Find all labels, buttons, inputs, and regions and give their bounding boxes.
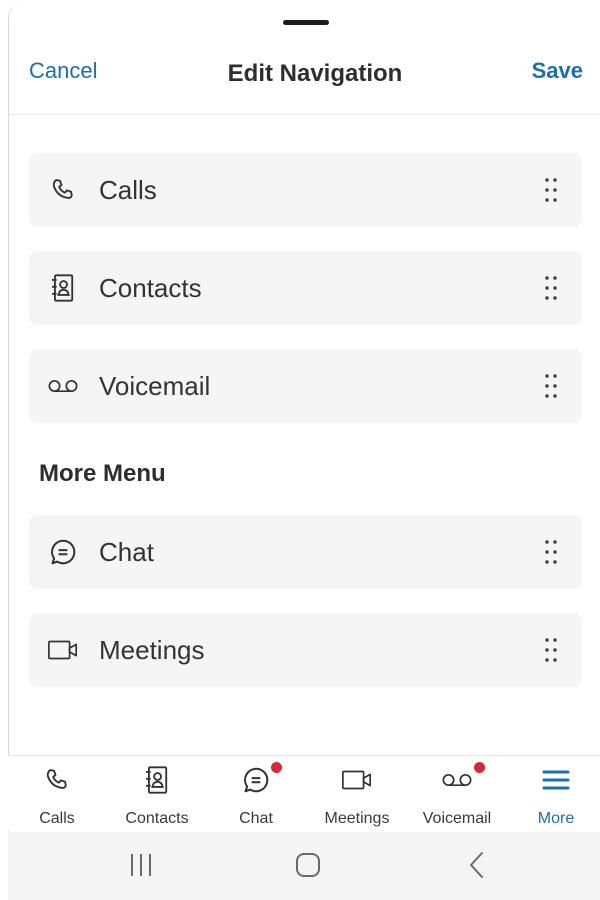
- tab-voicemail[interactable]: Voicemail: [408, 756, 506, 832]
- tab-label: Voicemail: [422, 810, 492, 827]
- page-title: Edit Navigation: [227, 60, 403, 87]
- header-divider: [9, 114, 600, 115]
- phone-icon: [47, 175, 79, 205]
- header: Cancel Edit Navigation Save: [9, 44, 600, 112]
- tab-chat[interactable]: Chat: [207, 756, 305, 832]
- contacts-book-icon: [47, 273, 79, 303]
- tab-contacts[interactable]: Contacts: [108, 756, 206, 832]
- home-icon[interactable]: [294, 850, 322, 885]
- unread-badge: [271, 762, 282, 773]
- system-navigation-bar: [8, 832, 600, 900]
- contacts-book-icon: [141, 764, 173, 796]
- drag-handle-icon[interactable]: [544, 177, 558, 203]
- more-menu-heading: More Menu: [39, 460, 166, 487]
- nav-item-label: Voicemail: [99, 371, 211, 401]
- nav-item-label: Chat: [99, 537, 154, 567]
- hamburger-menu-icon: [540, 764, 572, 796]
- drag-handle-icon[interactable]: [544, 637, 558, 663]
- tab-meetings[interactable]: Meetings: [308, 756, 406, 832]
- chat-bubble-icon: [47, 537, 79, 567]
- nav-item-voicemail[interactable]: Voicemail: [29, 349, 582, 423]
- nav-item-label: Contacts: [99, 273, 202, 303]
- tab-calls[interactable]: Calls: [8, 756, 106, 832]
- tab-label: Contacts: [125, 810, 189, 827]
- save-button[interactable]: Save: [532, 58, 583, 84]
- tab-label: More: [537, 810, 575, 827]
- drag-handle-icon[interactable]: [544, 539, 558, 565]
- voicemail-icon: [47, 371, 79, 401]
- video-camera-icon: [47, 635, 79, 665]
- sheet-drag-handle[interactable]: [283, 20, 329, 25]
- nav-item-label: Calls: [99, 175, 157, 205]
- unread-badge: [474, 762, 485, 773]
- nav-item-calls[interactable]: Calls: [29, 153, 582, 227]
- tab-more[interactable]: More: [507, 756, 600, 832]
- voicemail-icon: [441, 764, 473, 796]
- tab-label: Calls: [39, 810, 75, 827]
- bottom-tab-bar: Calls Contacts Chat Meetings Voicemail M…: [8, 755, 600, 831]
- nav-item-label: Meetings: [99, 635, 205, 665]
- video-camera-icon: [341, 764, 373, 796]
- drag-handle-icon[interactable]: [544, 373, 558, 399]
- recent-apps-icon[interactable]: [128, 850, 154, 885]
- nav-item-contacts[interactable]: Contacts: [29, 251, 582, 325]
- back-icon[interactable]: [466, 850, 488, 885]
- chat-bubble-icon: [240, 764, 272, 796]
- more-menu-item-meetings[interactable]: Meetings: [29, 613, 582, 687]
- phone-icon: [41, 764, 73, 796]
- more-menu-item-chat[interactable]: Chat: [29, 515, 582, 589]
- tab-label: Chat: [239, 810, 273, 827]
- tab-label: Meetings: [324, 810, 390, 827]
- drag-handle-icon[interactable]: [544, 275, 558, 301]
